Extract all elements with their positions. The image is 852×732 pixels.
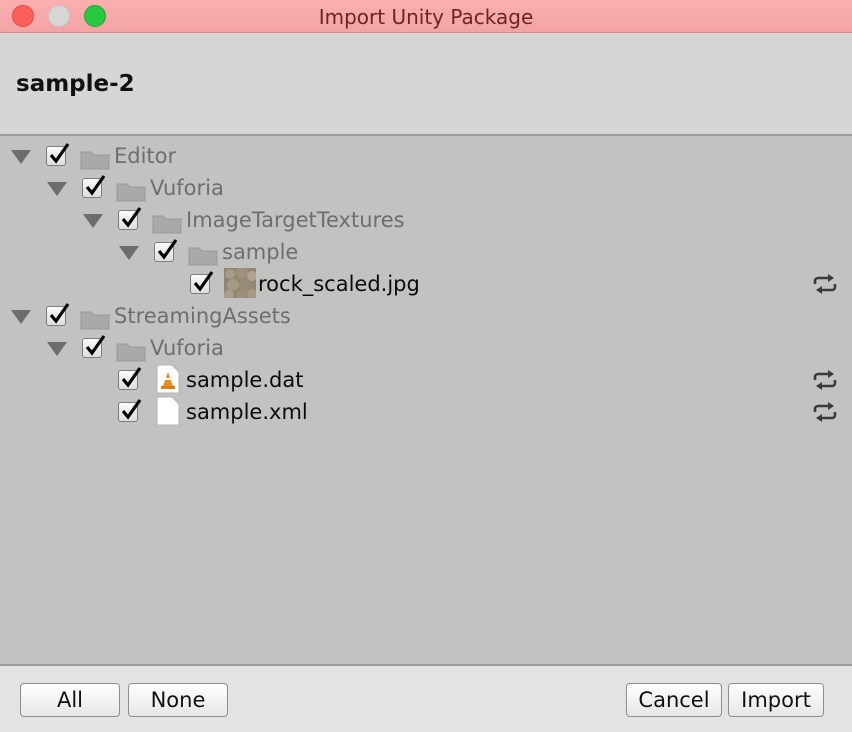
file-icon [156,396,180,426]
checkbox-vuforia-streaming[interactable] [82,335,106,358]
tree-item-label: StreamingAssets [114,304,291,328]
reimport-icon [812,369,838,391]
checkbox-editor[interactable] [46,143,70,166]
tree-item-label: rock_scaled.jpg [258,272,420,296]
import-button[interactable]: Import [728,683,824,717]
tree-item-sample-folder[interactable]: sample [0,236,852,268]
expand-triangle-icon[interactable] [119,246,139,260]
window-title: Import Unity Package [318,5,534,29]
tree-item-vuforia[interactable]: Vuforia [0,172,852,204]
tree-item-sample-dat[interactable]: sample.dat [0,364,852,396]
folder-icon [80,308,110,330]
expand-triangle-icon[interactable] [11,310,31,324]
checkbox-sample-xml[interactable] [118,399,142,422]
folder-icon [116,340,146,362]
asset-tree: Editor Vuforia ImageTargetTextures sampl… [0,136,852,664]
vlc-file-icon [156,364,180,394]
expand-triangle-icon[interactable] [83,214,103,228]
checkbox-streamingassets[interactable] [46,303,70,326]
tree-item-label: Vuforia [150,336,224,360]
tree-item-label: Editor [114,144,177,168]
title-bar: Import Unity Package [0,0,852,33]
tree-item-streamingassets[interactable]: StreamingAssets [0,300,852,332]
tree-item-label: ImageTargetTextures [186,208,405,232]
folder-icon [188,244,218,266]
none-button[interactable]: None [128,683,228,717]
image-thumbnail-icon [224,267,257,300]
checkbox-imagetargettextures[interactable] [118,207,142,230]
tree-item-label: sample.xml [186,400,308,424]
checkbox-rock-scaled[interactable] [190,271,214,294]
expand-triangle-icon[interactable] [47,182,67,196]
folder-icon [152,212,182,234]
tree-item-vuforia-streaming[interactable]: Vuforia [0,332,852,364]
checkbox-vuforia[interactable] [82,175,106,198]
package-name: sample-2 [16,71,135,97]
tree-item-label: sample.dat [186,368,304,392]
tree-item-editor[interactable]: Editor [0,140,852,172]
checkbox-sample-dat[interactable] [118,367,142,390]
tree-item-imagetargettextures[interactable]: ImageTargetTextures [0,204,852,236]
cancel-button[interactable]: Cancel [626,683,722,717]
expand-triangle-icon[interactable] [47,342,67,356]
package-header: sample-2 [0,33,852,136]
folder-icon [116,180,146,202]
import-unity-package-window: Import Unity Package sample-2 Editor Vuf… [0,0,852,732]
button-bar: All None Cancel Import [0,664,852,732]
tree-item-label: sample [222,240,299,264]
all-button[interactable]: All [20,683,120,717]
tree-item-sample-xml[interactable]: sample.xml [0,396,852,428]
reimport-icon [812,401,838,423]
expand-triangle-icon[interactable] [11,150,31,164]
checkbox-sample-folder[interactable] [154,239,178,262]
reimport-icon [812,273,838,295]
tree-item-label: Vuforia [150,176,224,200]
folder-icon [80,148,110,170]
tree-item-rock-scaled[interactable]: rock_scaled.jpg [0,267,852,300]
